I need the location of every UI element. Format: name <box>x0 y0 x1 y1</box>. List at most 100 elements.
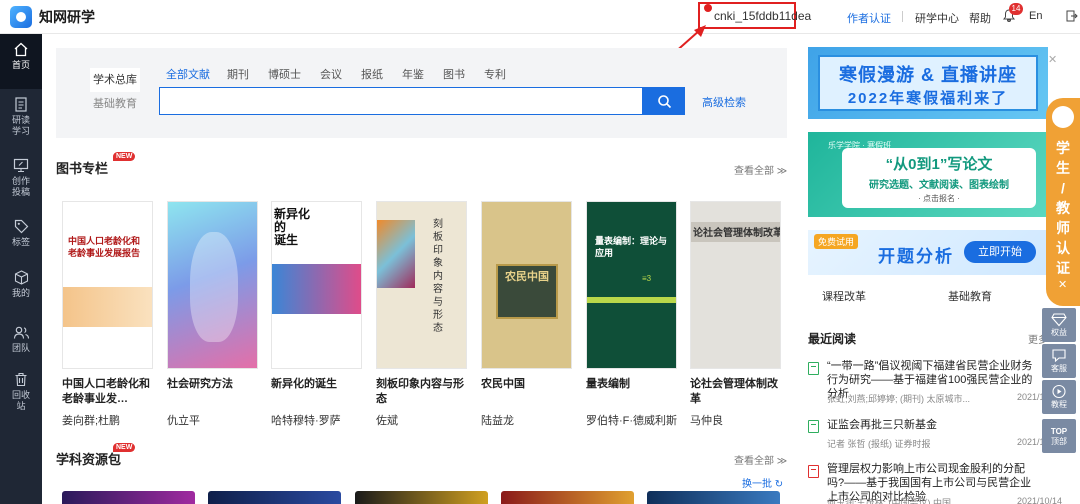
topic-tab-curriculum[interactable]: 课程改革 <box>822 288 866 304</box>
tab-patents[interactable]: 专利 <box>484 66 506 82</box>
book-title-5[interactable]: 农民中国 <box>481 377 573 392</box>
recent-item-meta: 张虹;刘燕;邱婷婷; (期刊) 太原城市... <box>827 394 970 404</box>
resource-tile-5[interactable] <box>647 491 780 504</box>
book-cover-text: 论社会管理体制改革 <box>693 228 781 239</box>
book-author-6: 罗伯特·F·德威利斯 <box>586 415 678 427</box>
author-cert-link[interactable]: 作者认证 <box>847 10 891 26</box>
banner-line: 研究选题、文献阅读、图表绘制 <box>869 180 1009 191</box>
study-center-link[interactable]: 研学中心 <box>915 10 959 26</box>
sidebar-label: 标签 <box>11 237 30 247</box>
float-button-label: 客服 <box>1051 364 1067 373</box>
books-view-all-link[interactable]: 查看全部 ≫ <box>734 162 787 177</box>
start-now-button[interactable]: 立即开始 <box>964 241 1036 263</box>
book-title-4[interactable]: 刻板印象内容与形态 <box>376 377 468 407</box>
book-author-5: 陆益龙 <box>481 415 514 427</box>
sidebar-item-create[interactable]: 创作 投稿 <box>0 150 42 205</box>
book-cover-3[interactable]: 新异化 的 诞生 <box>271 201 362 369</box>
tab-journals[interactable]: 期刊 <box>227 66 249 82</box>
close-icon[interactable]: ✕ <box>1058 278 1067 291</box>
nav-divider <box>902 11 903 22</box>
tab-academic-library[interactable]: 学术总库 <box>90 68 140 92</box>
tag-icon <box>14 219 28 234</box>
float-button-label: 顶部 <box>1051 437 1067 446</box>
team-icon <box>13 326 29 339</box>
book-cover-text: 新异化 的 诞生 <box>274 207 311 247</box>
search-input[interactable] <box>159 87 643 115</box>
trash-icon <box>15 372 27 387</box>
search-button[interactable] <box>643 87 685 115</box>
swap-batch-link[interactable]: 换一批 ↻ <box>742 475 783 490</box>
book-cover-1[interactable]: 中国人口老龄化和 老龄事业发展报告 <box>62 201 153 369</box>
winter-vacation-banner[interactable]: 寒假漫游 & 直播讲座 2022年寒假福利来了 <box>808 47 1048 119</box>
sidebar-label: 回收 站 <box>11 390 30 411</box>
float-button-label: 教程 <box>1051 400 1067 409</box>
logout-icon[interactable] <box>1066 10 1078 22</box>
tab-theses[interactable]: 博硕士 <box>268 66 301 82</box>
book-author-7: 马仲良 <box>690 415 723 427</box>
book-title-1[interactable]: 中国人口老龄化和老龄事业发… <box>62 377 154 407</box>
user-menu[interactable]: cnki_15fddb11dea <box>698 2 811 29</box>
tab-newspapers[interactable]: 报纸 <box>361 66 383 82</box>
logo-text: 知网研学 <box>39 9 95 25</box>
banner-line: 2022年寒假福利来了 <box>847 90 1009 107</box>
top-bar: 知网研学 cnki_15fddb11dea 作者认证 研学中心 帮助 14 En <box>0 0 1080 34</box>
book-cover-6[interactable]: 量表编制：理论与应用 ≡3 <box>586 201 677 369</box>
book-cover-7[interactable]: 论社会管理体制改革 <box>690 201 781 369</box>
resource-tile-3[interactable] <box>355 491 488 504</box>
tab-books[interactable]: 图书 <box>443 66 465 82</box>
recent-reading-title: 最近阅读 <box>808 332 857 346</box>
recent-item-title[interactable]: 证监会再批三只新基金 <box>827 418 1039 432</box>
language-switch[interactable]: En <box>1029 10 1042 22</box>
book-cover-4[interactable]: 刻板印象内容与形态 <box>376 201 467 369</box>
book-cover-text: 量表编制：理论与应用 <box>595 236 668 258</box>
sidebar-item-study[interactable]: 研读 学习 <box>0 89 42 144</box>
sidebar-item-tags[interactable]: 标签 <box>0 211 42 266</box>
books-section-title: 图书专栏 <box>56 161 109 176</box>
book-title-3[interactable]: 新异化的诞生 <box>271 377 363 392</box>
logo[interactable]: 知网研学 <box>10 6 95 28</box>
tab-basic-education[interactable]: 基础教育 <box>90 92 140 116</box>
book-cover-5[interactable]: 农民中国 <box>481 201 572 369</box>
free-trial-badge: 免费试用 <box>814 234 859 249</box>
tab-conferences[interactable]: 会议 <box>320 66 342 82</box>
sidebar-label: 首页 <box>11 60 30 70</box>
benefits-button[interactable]: 权益 <box>1042 308 1076 342</box>
logo-icon <box>10 6 32 28</box>
book-cover-2[interactable] <box>167 201 258 369</box>
student-teacher-cert-badge[interactable]: 学 生 / 教 师 认 证 ✕ <box>1046 98 1080 306</box>
cube-icon <box>14 270 28 285</box>
book-title-6[interactable]: 量表编制 <box>586 377 678 392</box>
customer-service-button[interactable]: 客服 <box>1042 344 1076 378</box>
book-title-2[interactable]: 社会研究方法 <box>167 377 259 392</box>
top-icon: TOP <box>1050 427 1068 436</box>
sidebar-item-mine[interactable]: 我的 <box>0 262 42 317</box>
notification-badge: 14 <box>1009 3 1023 15</box>
advanced-search-link[interactable]: 高级检索 <box>702 94 746 110</box>
sidebar-item-recycle[interactable]: 回收 站 <box>0 364 42 419</box>
float-button-label: 权益 <box>1051 328 1067 337</box>
topic-tab-basic-education[interactable]: 基础教育 <box>948 288 992 304</box>
resource-tile-1[interactable] <box>62 491 195 504</box>
sidebar-item-home[interactable]: 首页 <box>0 34 42 89</box>
help-link[interactable]: 帮助 <box>969 10 991 26</box>
book-title-7[interactable]: 论社会管理体制改革 <box>690 377 782 407</box>
resource-tile-4[interactable] <box>501 491 634 504</box>
document-icon <box>808 362 819 375</box>
proposal-analysis-banner[interactable]: 免费试用 开题分析 立即开始 <box>808 230 1048 275</box>
document-icon <box>808 420 819 433</box>
avatar <box>1052 106 1074 128</box>
back-to-top-button[interactable]: TOP 顶部 <box>1042 419 1076 453</box>
tutorial-button[interactable]: 教程 <box>1042 380 1076 414</box>
book-author-1: 姜向群;杜鹏 <box>62 415 121 427</box>
new-badge: NEW <box>113 443 136 452</box>
banner-line: “从0到1”写论文 <box>885 156 993 173</box>
recent-item-meta: 何玉润;王茂林; (中国会议) 中国... <box>827 498 959 504</box>
tab-all-literature[interactable]: 全部文献 <box>166 66 210 82</box>
close-icon[interactable]: ✕ <box>1048 53 1057 66</box>
left-sidebar: 首页 研读 学习 创作 投稿 标签 我的 团队 回收 站 <box>0 34 42 504</box>
writing-course-banner[interactable]: 乐学学院 · 寒假班 “从0到1”写论文 研究选题、文献阅读、图表绘制 · 点击… <box>808 132 1048 217</box>
resources-view-all-link[interactable]: 查看全部 ≫ <box>734 452 787 467</box>
resource-tile-2[interactable] <box>208 491 341 504</box>
edit-monitor-icon <box>13 158 29 172</box>
tab-yearbooks[interactable]: 年鉴 <box>402 66 424 82</box>
